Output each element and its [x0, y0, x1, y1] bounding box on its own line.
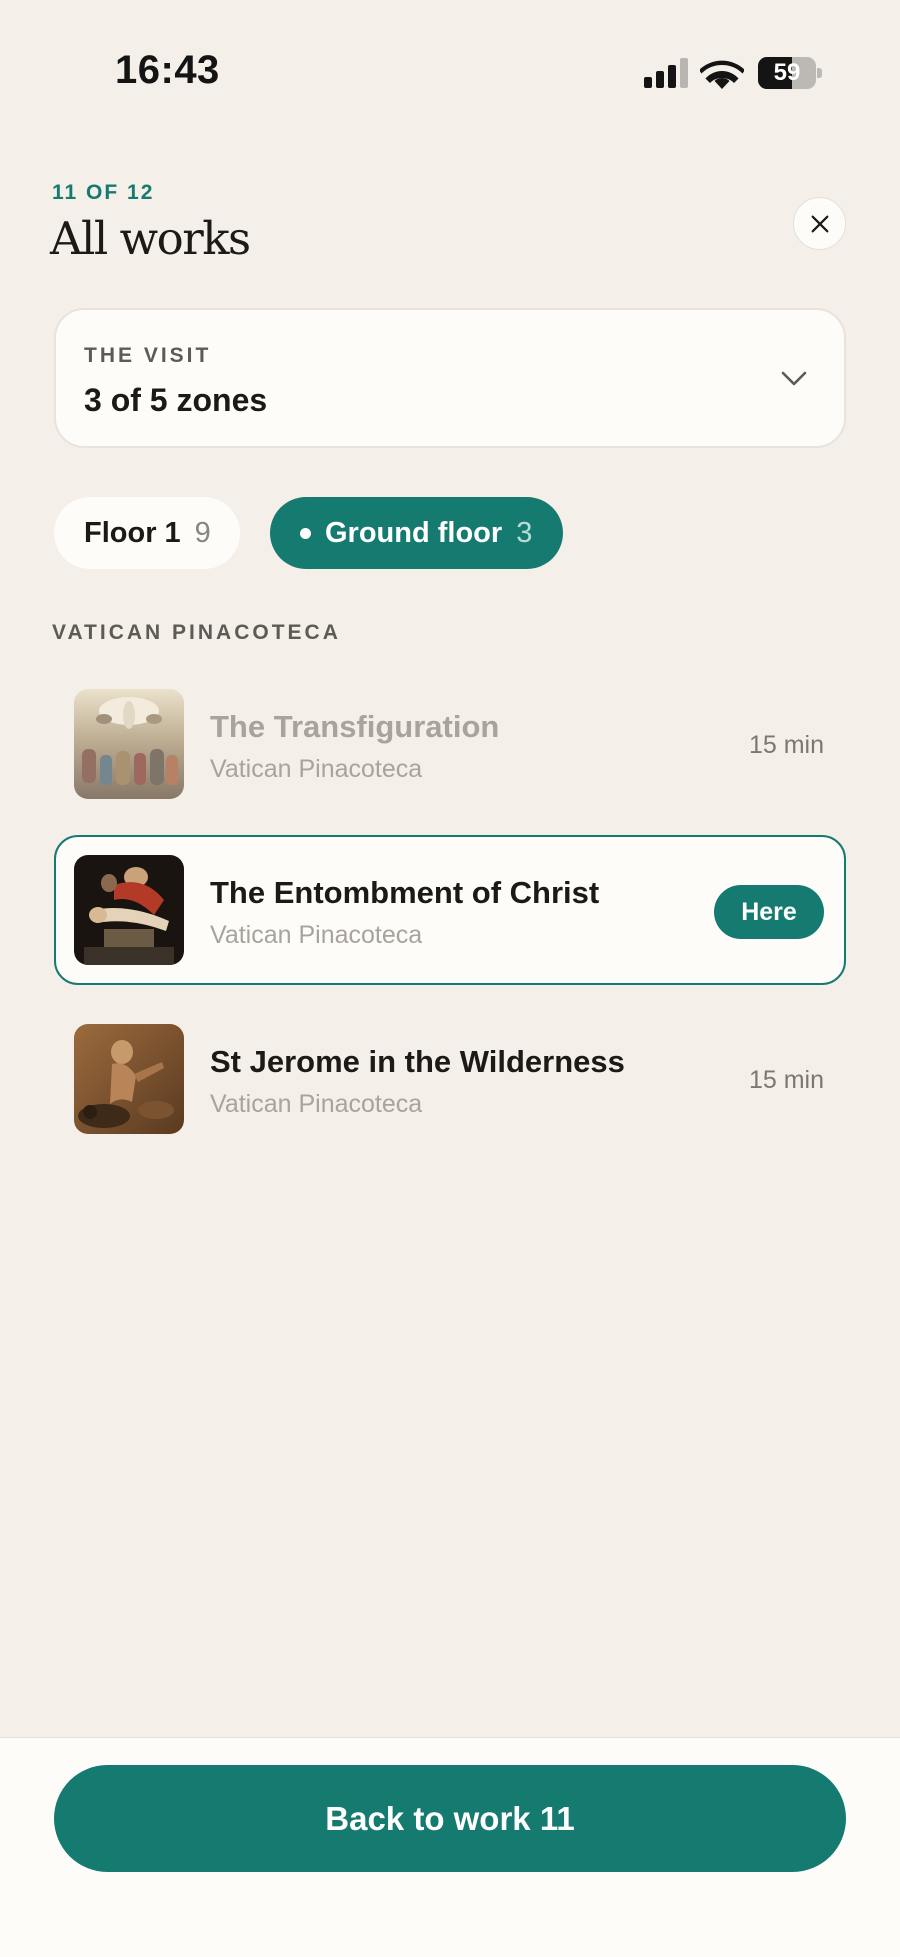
- work-title: The Entombment of Christ: [210, 875, 600, 910]
- bottom-bar: Back to work 11: [0, 1737, 900, 1957]
- work-location: Vatican Pinacoteca: [210, 755, 423, 783]
- work-item-transfiguration[interactable]: The Transfiguration Vatican Pinacoteca 1…: [54, 669, 846, 819]
- status-bar: 16:43 59: [0, 0, 900, 150]
- artwork-thumbnail: [74, 1024, 184, 1134]
- chevron-down-icon: [781, 371, 807, 386]
- work-location: Vatican Pinacoteca: [210, 921, 423, 949]
- work-duration: 15 min: [748, 1066, 824, 1094]
- artwork-thumbnail: [74, 689, 184, 799]
- floor-label: Floor 1: [84, 516, 181, 549]
- close-icon: [811, 215, 828, 232]
- visit-progress-dropdown[interactable]: THE VISIT 3 of 5 zones: [54, 308, 846, 448]
- wifi-icon: [699, 56, 745, 90]
- page-title: All works: [50, 212, 251, 265]
- work-title: St Jerome in the Wilderness: [210, 1044, 625, 1079]
- visit-value: 3 of 5 zones: [84, 382, 268, 418]
- status-time: 16:43: [115, 48, 220, 92]
- work-location: Vatican Pinacoteca: [210, 1090, 423, 1118]
- floor-count: 3: [516, 516, 533, 549]
- work-title: The Transfiguration: [210, 709, 500, 744]
- visit-label: THE VISIT: [84, 344, 212, 367]
- current-location-badge: Here: [714, 885, 824, 939]
- floor-filter-ground-floor[interactable]: Ground floor 3: [270, 497, 563, 569]
- selected-dot-icon: [300, 527, 311, 539]
- floor-count: 9: [194, 516, 211, 549]
- work-counter: 11 OF 12: [52, 181, 155, 204]
- artwork-thumbnail: [74, 855, 184, 965]
- work-item-st-jerome[interactable]: St Jerome in the Wilderness Vatican Pina…: [54, 1004, 846, 1154]
- battery-level-text: 59: [773, 59, 801, 86]
- floor-filter-floor-1[interactable]: Floor 1 9: [54, 497, 240, 569]
- close-button[interactable]: [793, 197, 846, 250]
- cellular-signal-icon: [644, 58, 690, 88]
- work-item-entombment[interactable]: The Entombment of Christ Vatican Pinacot…: [54, 835, 846, 985]
- section-title: VATICAN PINACOTECA: [52, 621, 341, 644]
- floor-label: Ground floor: [325, 516, 503, 549]
- back-to-work-button[interactable]: Back to work 11: [54, 1765, 846, 1872]
- battery-icon: 59: [758, 57, 822, 89]
- work-duration: 15 min: [748, 731, 824, 759]
